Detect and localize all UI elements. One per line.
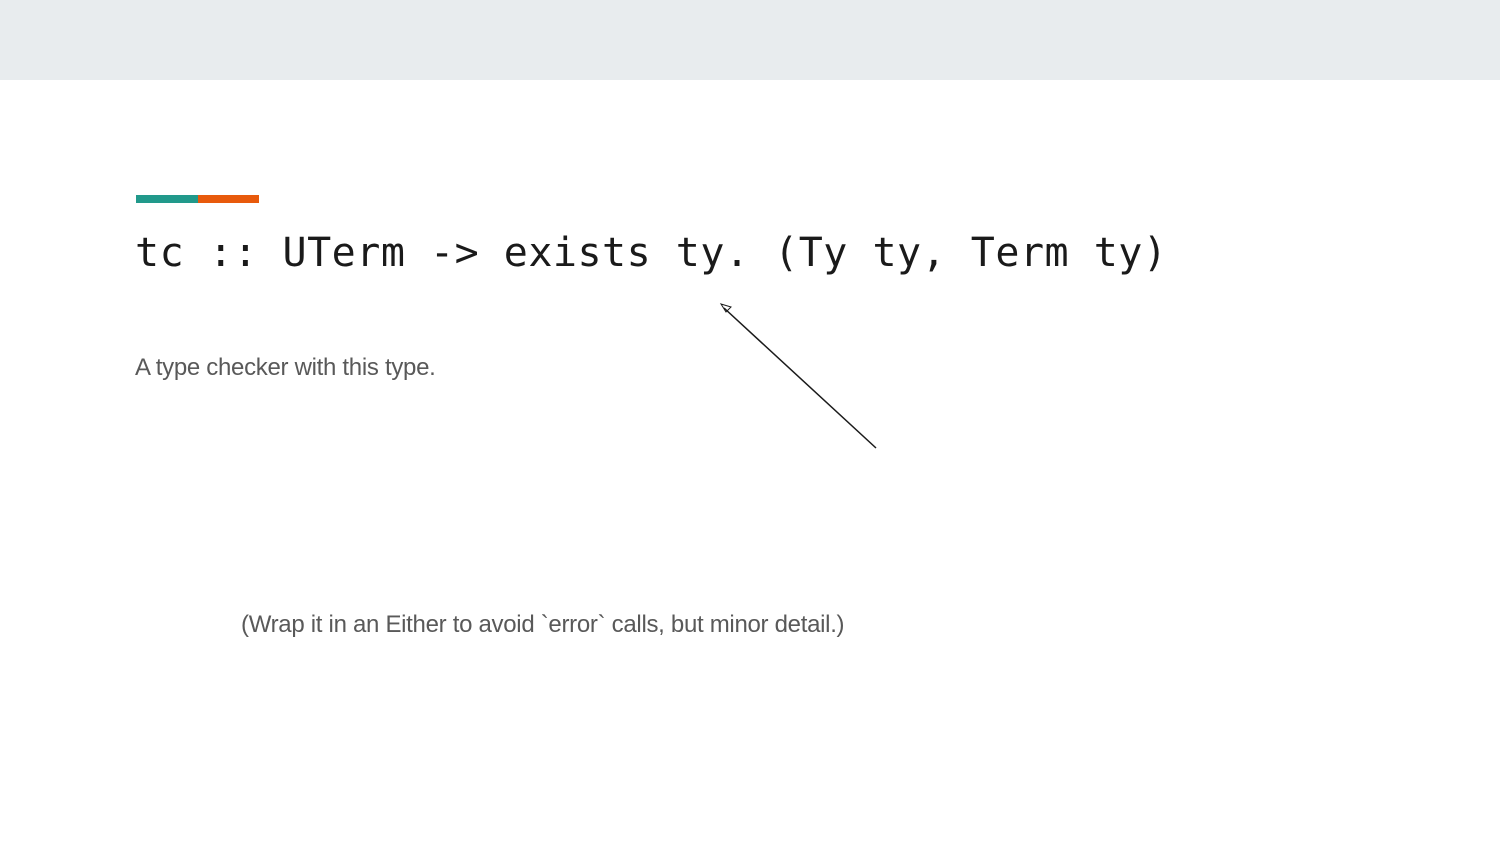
title-accent-bar [136, 195, 259, 203]
accent-segment-orange [198, 195, 259, 203]
accent-segment-teal [136, 195, 198, 203]
top-band [0, 0, 1500, 80]
slide: tc :: UTerm -> exists ty. (Ty ty, Term t… [0, 80, 1500, 844]
slide-title: tc :: UTerm -> exists ty. (Ty ty, Term t… [135, 230, 1168, 276]
slide-note: (Wrap it in an Either to avoid `error` c… [241, 611, 845, 638]
slide-body-text: A type checker with this type. [135, 354, 436, 381]
